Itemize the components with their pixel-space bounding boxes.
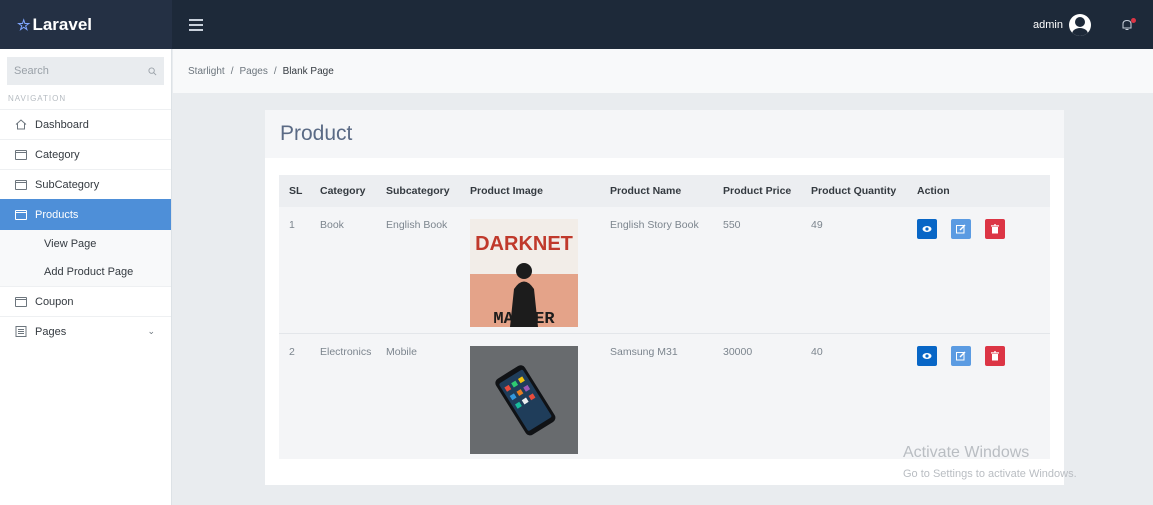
edit-icon	[956, 224, 966, 234]
cell-product-name: English Story Book	[600, 207, 713, 334]
page-title: Product	[265, 110, 1064, 158]
product-table: SL Category Subcategory Product Image Pr…	[279, 175, 1050, 459]
window-icon	[15, 179, 27, 190]
cell-product-price: 550	[713, 207, 801, 334]
window-icon	[15, 296, 27, 307]
delete-button[interactable]	[985, 345, 1005, 366]
sidebar-item-pages[interactable]: Pages ⌄	[0, 316, 171, 346]
breadcrumb-item-pages[interactable]: Pages	[239, 66, 267, 77]
star-icon: ☆	[17, 16, 31, 34]
sidebar-item-products[interactable]: Products	[0, 199, 171, 230]
chevron-down-icon[interactable]: ⌄	[147, 326, 155, 337]
table-header-row: SL Category Subcategory Product Image Pr…	[279, 175, 1050, 207]
cell-product-image: DARKNET MATHER	[460, 207, 600, 334]
bell-icon[interactable]	[1121, 17, 1136, 31]
cell-product-price: 30000	[723, 345, 753, 358]
home-icon	[15, 119, 27, 130]
cell-product-quantity: 40	[811, 345, 823, 358]
trash-icon	[991, 350, 999, 360]
brand-name: Laravel	[32, 14, 92, 34]
sidebar-item-label: Dashboard	[35, 118, 89, 131]
cell-sl: 1	[279, 207, 310, 334]
table-row: 2 Electronics Mobile Samsung M31 30000 4…	[279, 333, 1050, 459]
sidebar-search	[7, 57, 164, 85]
admin-name[interactable]: admin	[1033, 19, 1063, 31]
cell-product-name: Samsung M31	[610, 345, 678, 358]
sidebar-subitem-add-product-page[interactable]: Add Product Page	[0, 258, 171, 286]
sidebar-item-label: SubCategory	[35, 178, 100, 191]
view-button[interactable]	[917, 219, 937, 239]
search-icon[interactable]	[148, 66, 157, 76]
list-icon	[15, 326, 27, 337]
menu-toggle-icon[interactable]	[189, 18, 203, 31]
delete-button[interactable]	[985, 219, 1005, 239]
activation-watermark-subtitle: Go to Settings to activate Windows.	[903, 468, 1077, 480]
sidebar: NAVIGATION Dashboard Category SubCategor…	[0, 49, 172, 505]
cell-subcategory: English Book	[376, 207, 460, 334]
brand-logo[interactable]: ☆ Laravel	[0, 0, 172, 49]
window-icon	[15, 149, 27, 160]
top-navbar: ☆ Laravel admin	[0, 0, 1153, 49]
column-header: Product Quantity	[801, 175, 907, 207]
column-header: Product Image	[460, 175, 600, 207]
column-header: Category	[310, 175, 376, 207]
edit-button[interactable]	[951, 219, 971, 239]
cell-actions	[907, 333, 1050, 459]
sidebar-item-label: Coupon	[35, 295, 74, 308]
sidebar-item-coupon[interactable]: Coupon	[0, 286, 171, 316]
cell-actions	[907, 207, 1050, 334]
column-header: Product Name	[600, 175, 713, 207]
sidebar-item-label: Pages	[35, 325, 67, 338]
breadcrumb: Starlight / Pages / Blank Page	[173, 49, 1153, 93]
product-card: Product SL Category Subcategory Product …	[265, 110, 1064, 485]
sidebar-item-label: Products	[35, 208, 79, 221]
product-image-book-cover: DARKNET MATHER	[470, 219, 578, 327]
sidebar-item-subcategory[interactable]: SubCategory	[0, 169, 171, 199]
search-input[interactable]	[14, 65, 148, 77]
edit-button[interactable]	[951, 345, 971, 366]
avatar[interactable]	[1069, 13, 1091, 36]
cell-subcategory: Mobile	[386, 345, 417, 358]
breadcrumb-item-starlight[interactable]: Starlight	[188, 66, 225, 77]
cell-product-quantity: 49	[801, 207, 907, 334]
sidebar-item-dashboard[interactable]: Dashboard	[0, 109, 171, 139]
activation-watermark-title: Activate Windows	[903, 444, 1030, 461]
sidebar-item-label: Category	[35, 148, 80, 161]
column-header: Action	[907, 175, 1050, 207]
window-icon	[15, 209, 27, 220]
eye-icon	[922, 352, 932, 359]
table-row: 1 Book English Book DARKNET MATHER Engli…	[279, 207, 1050, 334]
eye-icon	[922, 226, 932, 232]
sidebar-subitem-view-page[interactable]: View Page	[0, 230, 171, 258]
product-image-phone-photo	[470, 345, 578, 454]
trash-icon	[991, 224, 999, 234]
breadcrumb-item-current: Blank Page	[282, 65, 334, 77]
book-author: MATHER	[493, 310, 555, 327]
cell-category: Electronics	[320, 345, 372, 358]
view-button[interactable]	[917, 345, 937, 366]
cell-category: Book	[310, 207, 376, 334]
sidebar-item-category[interactable]: Category	[0, 139, 171, 169]
cell-sl: 2	[289, 345, 295, 358]
edit-icon	[956, 351, 966, 360]
column-header: SL	[279, 175, 310, 207]
notification-dot	[1131, 17, 1136, 23]
column-header: Subcategory	[376, 175, 460, 207]
column-header: Product Price	[713, 175, 801, 207]
nav-section-label: NAVIGATION	[8, 94, 67, 103]
cell-product-image	[460, 333, 600, 459]
book-title: DARKNET	[475, 233, 573, 255]
